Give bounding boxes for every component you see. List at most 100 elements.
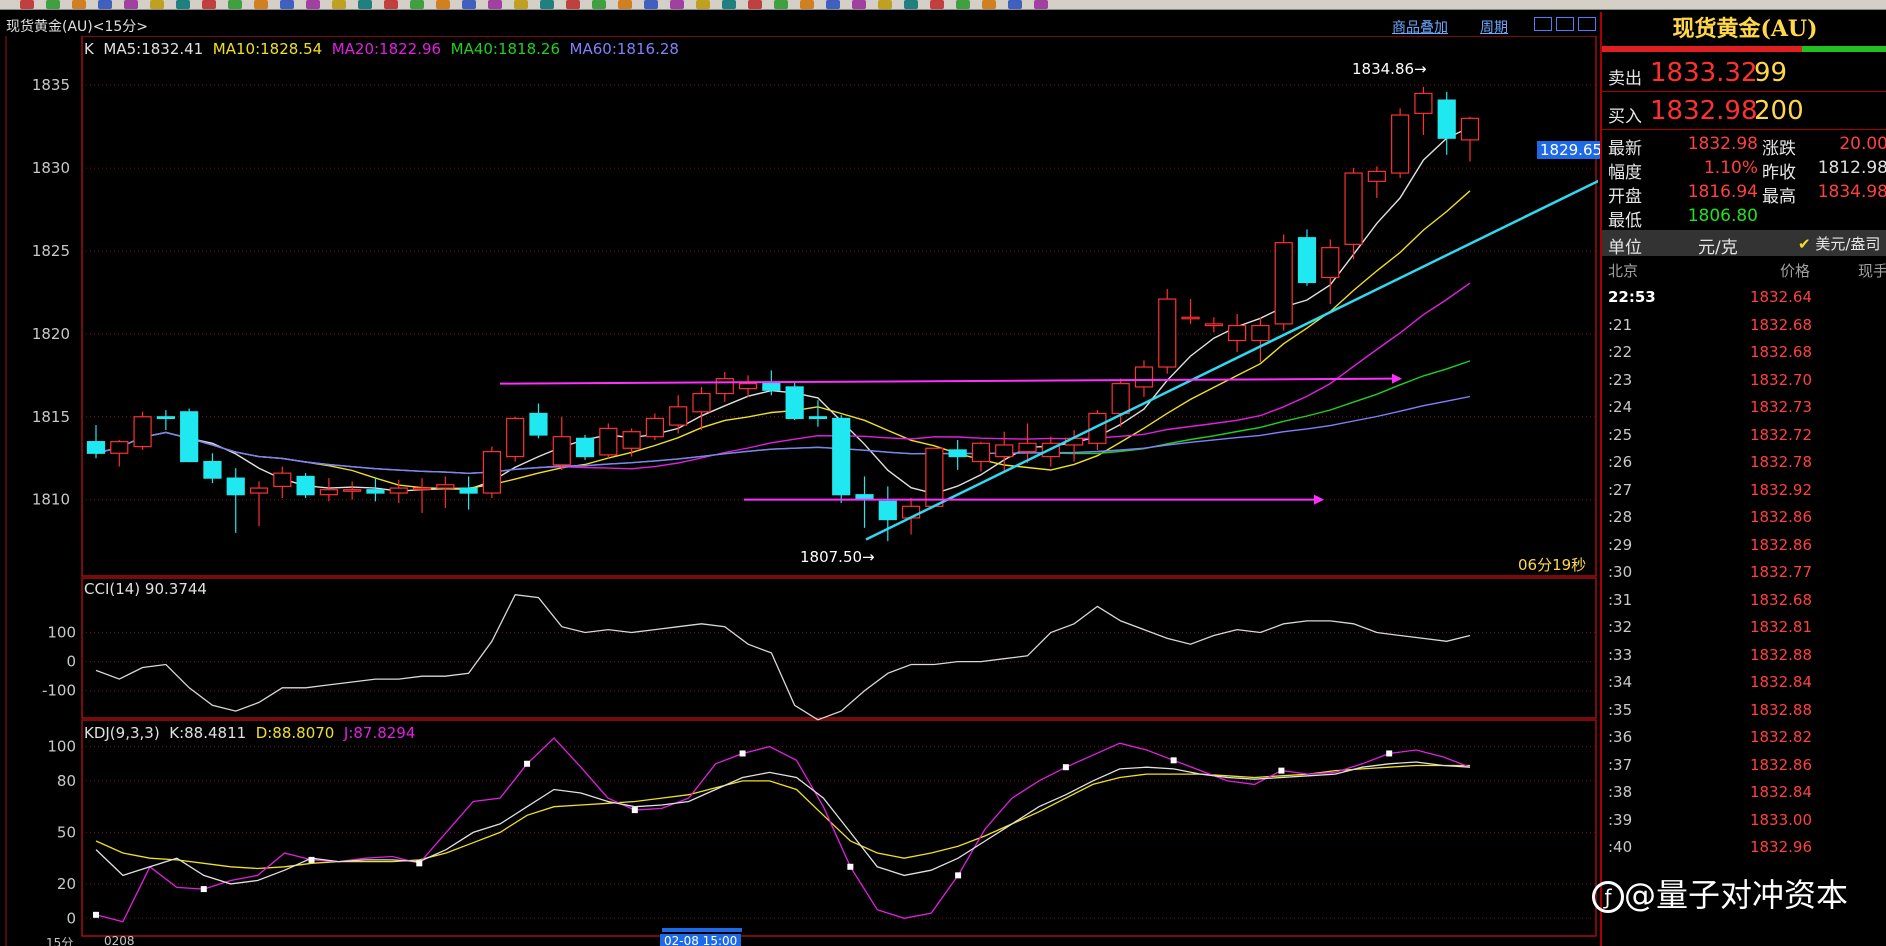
tick-time: :37 xyxy=(1608,755,1633,774)
overlay-link[interactable]: 商品叠加 xyxy=(1392,17,1448,37)
toolbar-button-icon[interactable] xyxy=(254,0,268,9)
cci-line xyxy=(95,593,1471,721)
toolbar-button-icon[interactable] xyxy=(670,0,684,9)
stat-label: 最低 xyxy=(1608,211,1642,231)
sell-row: 卖出 1833.32 99 xyxy=(1602,56,1886,92)
toolbar-button-icon[interactable] xyxy=(956,0,970,9)
toolbar-button-icon[interactable] xyxy=(202,0,216,9)
kdj-signal-marker xyxy=(416,860,423,867)
zoom-in-button[interactable] xyxy=(1556,17,1574,31)
toolbar-button-icon[interactable] xyxy=(462,0,476,9)
toolbar-button-icon[interactable] xyxy=(1034,0,1048,9)
toolbar-button-icon[interactable] xyxy=(20,0,34,9)
toolbar-button-icon[interactable] xyxy=(592,0,606,9)
toolbar-button-icon[interactable] xyxy=(46,0,60,9)
tick-price: 1832.68 xyxy=(1749,315,1812,334)
candle-body xyxy=(133,416,152,448)
tick-price: 1832.70 xyxy=(1749,370,1812,389)
quote-title: 现货黄金(AU) xyxy=(1672,16,1818,42)
tick-price: 1832.84 xyxy=(1749,673,1812,691)
unit-value[interactable]: 元/克 xyxy=(1698,233,1738,258)
candle-body xyxy=(436,484,455,489)
toolbar-button-icon[interactable] xyxy=(436,0,450,9)
tick-price: 1832.88 xyxy=(1749,700,1812,719)
buy-price: 1832.98 xyxy=(1650,96,1758,126)
price-tick-label: 1810 xyxy=(32,491,70,509)
kdj-signal-marker xyxy=(524,760,531,767)
toolbar-button-icon[interactable] xyxy=(280,0,294,9)
candle-body xyxy=(995,444,1014,458)
currency-select[interactable]: ✔ 美元/盎司 xyxy=(1798,233,1880,254)
candle-body xyxy=(1391,114,1410,174)
toolbar-button-icon[interactable] xyxy=(540,0,554,9)
chart-title: 现货黄金(AU)<15分> xyxy=(6,19,149,35)
tick-time: :25 xyxy=(1608,425,1633,444)
toolbar-button-icon[interactable] xyxy=(124,0,138,9)
kdj-tick-label: 20 xyxy=(57,875,76,893)
main-legend: K MA5:1832.41 MA10:1828.54 MA20:1822.96 … xyxy=(84,40,679,58)
buy-sell-bar-green xyxy=(1802,46,1886,52)
toolbar-button-icon[interactable] xyxy=(98,0,112,9)
tick-row: :32 1832.81 xyxy=(1602,614,1886,641)
kdj-tick-label: 100 xyxy=(47,738,76,756)
toolbar-button-icon[interactable] xyxy=(644,0,658,9)
toolbar-button-icon[interactable] xyxy=(332,0,346,9)
cci-legend: CCI(14) 90.3744 xyxy=(84,580,207,598)
toolbar-button-icon[interactable] xyxy=(722,0,736,9)
toolbar-button-icon[interactable] xyxy=(306,0,320,9)
toolbar-button-icon[interactable] xyxy=(228,0,242,9)
candle-body xyxy=(785,386,804,420)
watermark: ƒ @量子对冲资本 xyxy=(1592,870,1848,916)
kdj-legend: KDJ(9,3,3) K:88.4811 D:88.8070 J:87.8294 xyxy=(84,724,415,742)
stat-value: 1832.98 xyxy=(1687,134,1758,154)
toolbar-button-icon[interactable] xyxy=(618,0,632,9)
candle-body xyxy=(738,383,758,390)
candle-body xyxy=(1204,323,1223,327)
toolbar-button-icon[interactable] xyxy=(566,0,580,9)
toolbar-button-icon[interactable] xyxy=(384,0,398,9)
tick-row: :39 1833.00 xyxy=(1602,807,1886,834)
toolbar-button-icon[interactable] xyxy=(904,0,918,9)
tick-price: 1832.86 xyxy=(1749,508,1812,526)
toolbar-button-icon[interactable] xyxy=(514,0,528,9)
main-chart-label: K xyxy=(84,40,94,58)
tick-row: :22 1832.68 xyxy=(1602,339,1886,366)
tick-row: :38 1832.84 xyxy=(1602,779,1886,806)
candle-body xyxy=(203,460,222,479)
tick-row: :31 1832.68 xyxy=(1602,587,1886,614)
kline-chart[interactable]: 1835 1830 1825 1820 1815 1810 100 0 -100 100 80 50 2… xyxy=(0,36,1598,946)
cci-tick-label: 100 xyxy=(47,624,76,642)
toolbar-button-icon[interactable] xyxy=(488,0,502,9)
toolbar-button-icon[interactable] xyxy=(1008,0,1022,9)
toolbar-button-icon[interactable] xyxy=(852,0,866,9)
ma-line-ma60 xyxy=(95,395,1471,475)
toolbar-button-icon[interactable] xyxy=(72,0,86,9)
period-link[interactable]: 周期 xyxy=(1480,17,1508,37)
toolbar-button-icon[interactable] xyxy=(982,0,996,9)
toolbar-button-icon[interactable] xyxy=(930,0,944,9)
toolbar-button-icon[interactable] xyxy=(150,0,164,9)
tick-price: 1833.00 xyxy=(1749,810,1812,829)
tick-time: :24 xyxy=(1608,398,1633,416)
toolbar-button-icon[interactable] xyxy=(410,0,424,9)
stat-value: 1806.80 xyxy=(1687,206,1758,226)
stat-value: 1834.98 xyxy=(1817,182,1886,202)
toolbar-button-icon[interactable] xyxy=(878,0,892,9)
candle-body xyxy=(389,487,408,494)
low-marker-label: 1807.50→ xyxy=(800,548,875,566)
candle-body xyxy=(1344,172,1363,245)
col-price: 价格 xyxy=(1780,262,1811,280)
toolbar-button-icon[interactable] xyxy=(748,0,762,9)
zoom-out-button[interactable] xyxy=(1534,17,1552,31)
layout-button[interactable] xyxy=(1578,17,1596,31)
candle-body xyxy=(599,427,618,456)
candle-body xyxy=(925,447,944,507)
toolbar-button-icon[interactable] xyxy=(800,0,814,9)
buy-row: 买入 1832.98 200 xyxy=(1602,94,1886,130)
toolbar-button-icon[interactable] xyxy=(774,0,788,9)
toolbar-button-icon[interactable] xyxy=(826,0,840,9)
toolbar-button-icon[interactable] xyxy=(176,0,190,9)
toolbar-button-icon[interactable] xyxy=(696,0,710,9)
top-toolbar xyxy=(0,0,1886,10)
toolbar-button-icon[interactable] xyxy=(358,0,372,9)
